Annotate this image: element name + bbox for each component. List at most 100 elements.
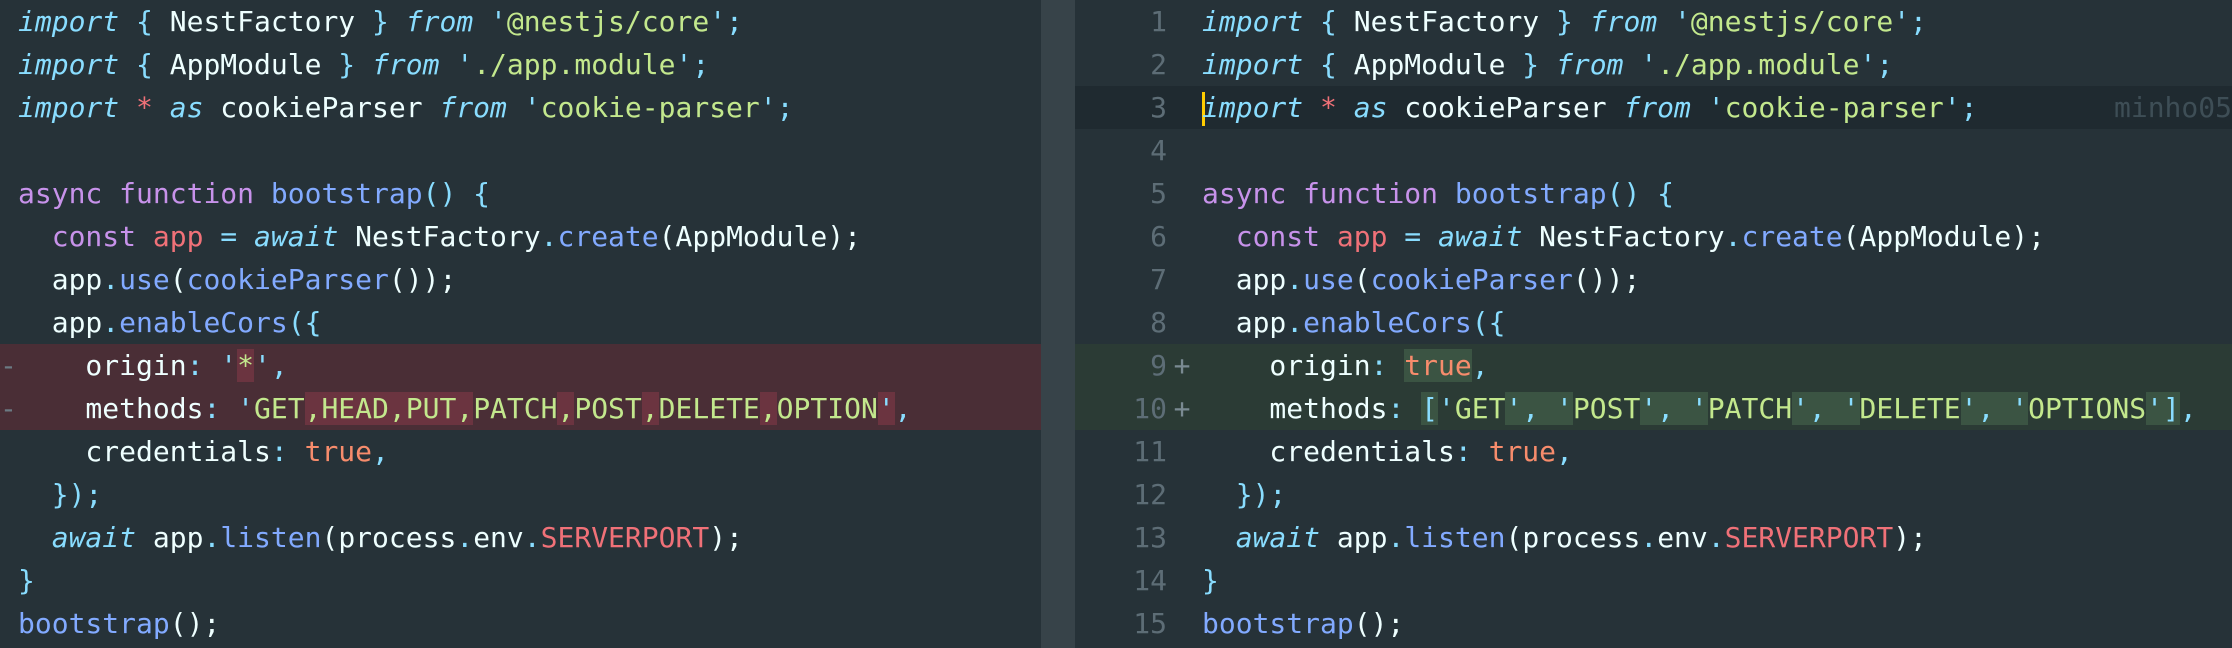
code-token: ' [1657, 5, 1691, 38]
code-token: env [473, 521, 524, 554]
code-token: use [1303, 263, 1354, 296]
code-line[interactable]: app.enableCors({ [0, 301, 1041, 344]
code-line[interactable]: - origin: '*', [0, 344, 1041, 387]
code-token: . [1387, 521, 1405, 554]
code-token: , [2179, 392, 2197, 425]
code-token: } [18, 564, 35, 597]
code-line[interactable]: 14} [1075, 559, 2232, 602]
code-line[interactable]: 12 }); [1075, 473, 2232, 516]
code-token: { [119, 5, 170, 38]
code-token: '; [759, 91, 794, 124]
code-line[interactable]: 9 + origin: true, [1075, 344, 2232, 387]
code-token: enableCors [119, 306, 288, 339]
code-token: enableCors [1303, 306, 1472, 339]
line-number: 12 [1133, 478, 1167, 511]
original-pane[interactable]: import { NestFactory } from '@nestjs/cor… [0, 0, 1041, 648]
line-number: 4 [1150, 134, 1167, 167]
code-line[interactable]: await app.listen(process.env.SERVERPORT)… [0, 516, 1041, 559]
code-token: GET [1454, 392, 1506, 425]
code-token: POST [574, 392, 642, 425]
code-token: ' [439, 48, 474, 81]
code-line[interactable]: 11 credentials: true, [1075, 430, 2232, 473]
code-token: app [136, 521, 204, 554]
code-token: import [18, 5, 120, 38]
code-token: app [1336, 220, 1388, 253]
code-token: , [372, 435, 389, 468]
code-token: ()); [1572, 263, 1641, 296]
code-token: (process [1505, 521, 1641, 554]
added-line-marker: + [1173, 392, 1191, 425]
code-token: NestFactory [1353, 5, 1540, 38]
code-line[interactable]: 7 app.use(cookieParser()); [1075, 258, 2232, 301]
code-token: origin [18, 349, 187, 382]
code-token: create [557, 220, 659, 253]
code-token: cookieParser [203, 91, 440, 124]
code-line[interactable]: 3 import * as cookieParser from 'cookie-p… [1075, 86, 2232, 129]
code-token: true [304, 435, 373, 468]
code-line[interactable]: 15 bootstrap(); [1075, 602, 2232, 645]
code-token: cookieParser [1370, 263, 1573, 296]
code-token: (); [169, 607, 221, 640]
code-token: ' [1623, 48, 1658, 81]
code-line[interactable]: const app = await NestFactory.create(App… [0, 215, 1041, 258]
modified-pane[interactable]: 1 import { NestFactory } from '@nestjs/co… [1075, 0, 2232, 648]
line-number: 1 [1150, 5, 1167, 38]
code-token: true [1488, 435, 1557, 468]
code-token: . [456, 521, 474, 554]
code-line[interactable]: - methods: 'GET,HEAD,PUT,PATCH,POST,DELE… [0, 387, 1041, 430]
code-token: ' [877, 392, 895, 425]
code-line[interactable]: 4 [1075, 129, 2232, 172]
code-token: } [321, 48, 373, 81]
code-token: methods [1202, 392, 1388, 425]
code-line[interactable]: import * as cookieParser from 'cookie-pa… [0, 86, 1041, 129]
code-line[interactable]: 13 await app.listen(process.env.SERVERPO… [1075, 516, 2232, 559]
code-token: { [119, 48, 170, 81]
code-token: bootstrap [1454, 177, 1607, 210]
code-token: ', ' [1960, 392, 2029, 425]
code-token: (AppModule); [1842, 220, 2045, 253]
code-line[interactable]: } [0, 559, 1041, 602]
code-line[interactable]: import { NestFactory } from '@nestjs/cor… [0, 0, 1041, 43]
code-line[interactable]: import { AppModule } from './app.module'… [0, 43, 1041, 86]
code-token: DELETE [658, 392, 760, 425]
code-token: SERVERPORT [1724, 521, 1894, 554]
code-line[interactable]: app.use(cookieParser()); [0, 258, 1041, 301]
code-line[interactable]: }); [0, 473, 1041, 516]
code-line[interactable] [0, 129, 1041, 172]
line-number: 2 [1150, 48, 1167, 81]
code-token: , [1556, 435, 1573, 468]
code-line[interactable]: 10 + methods: ['GET', 'POST', 'PATCH', 'D… [1075, 387, 2232, 430]
code-line[interactable]: 1 import { NestFactory } from '@nestjs/co… [1075, 0, 2232, 43]
code-token: . [102, 263, 120, 296]
code-token: bootstrap [270, 177, 423, 210]
code-token: from [405, 5, 474, 38]
line-number: 14 [1133, 564, 1167, 597]
code-token: OPTION [776, 392, 878, 425]
code-line[interactable]: bootstrap(); [0, 602, 1041, 645]
code-line[interactable]: credentials: true, [0, 430, 1041, 473]
code-token: app [18, 263, 103, 296]
code-line[interactable]: 8 app.enableCors({ [1075, 301, 2232, 344]
pane-divider[interactable] [1041, 0, 1075, 648]
code-line[interactable]: 5 async function bootstrap() { [1075, 172, 2232, 215]
code-token: ); [1893, 521, 1927, 554]
code-token: * [237, 349, 255, 382]
code-token: HEAD [321, 392, 389, 425]
code-line[interactable]: 2 import { AppModule } from './app.module… [1075, 43, 2232, 86]
code-token: cookieParser [1387, 91, 1624, 124]
line-number: 11 [1133, 435, 1167, 468]
code-token: const [1235, 220, 1321, 253]
code-token: , [388, 392, 406, 425]
code-token: () { [1606, 177, 1675, 210]
code-token: ', ' [1792, 392, 1860, 425]
code-token: ({ [1471, 306, 1506, 339]
code-line[interactable]: 6 const app = await NestFactory.create(A… [1075, 215, 2232, 258]
code-token: function [119, 177, 255, 210]
code-line[interactable]: async function bootstrap() { [0, 172, 1041, 215]
